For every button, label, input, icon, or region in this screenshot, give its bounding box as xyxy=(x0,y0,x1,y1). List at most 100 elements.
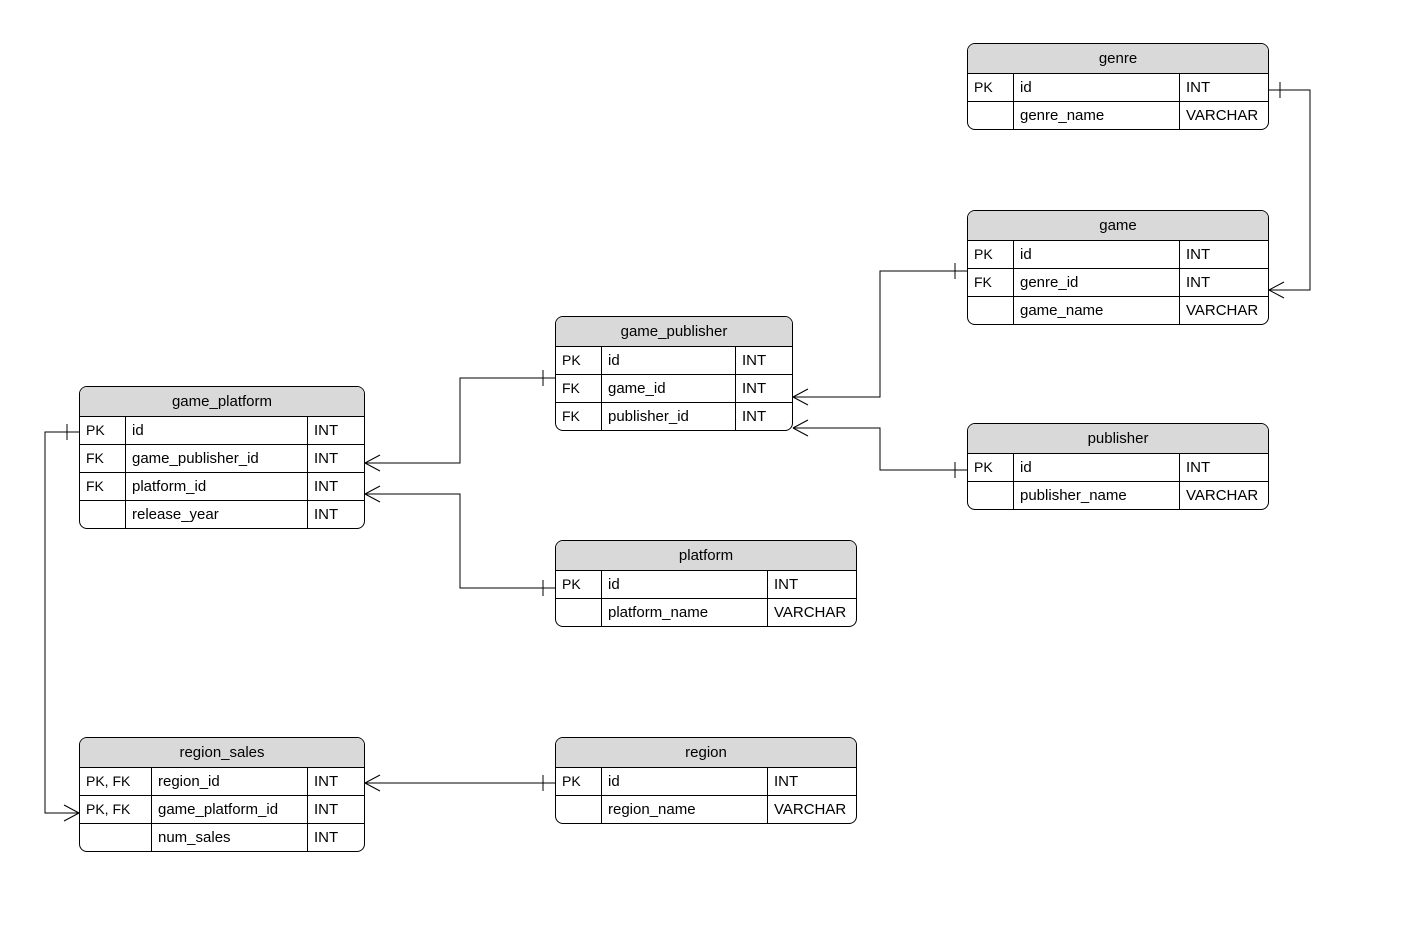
table-row: PK id INT xyxy=(968,241,1268,268)
col-type: INT xyxy=(1180,269,1268,296)
col-name: id xyxy=(602,347,736,374)
entity-game: game PK id INT FK genre_id INT game_name… xyxy=(967,210,1269,325)
col-name: game_name xyxy=(1014,297,1180,324)
entity-title: platform xyxy=(556,541,856,571)
table-row: game_name VARCHAR xyxy=(968,296,1268,324)
col-name: game_platform_id xyxy=(152,796,308,823)
col-name: id xyxy=(1014,241,1180,268)
rel-gamepublisher-game xyxy=(793,263,967,405)
table-row: PK id INT xyxy=(968,454,1268,481)
col-name: region_name xyxy=(602,796,768,823)
col-key: PK xyxy=(556,347,602,374)
entity-game-platform: game_platform PK id INT FK game_publishe… xyxy=(79,386,365,529)
col-key: PK xyxy=(968,74,1014,101)
table-row: PK id INT xyxy=(556,347,792,374)
col-name: id xyxy=(126,417,308,444)
col-name: id xyxy=(602,768,768,795)
col-name: publisher_name xyxy=(1014,482,1180,509)
table-row: PK, FK game_platform_id INT xyxy=(80,795,364,823)
col-type: VARCHAR xyxy=(768,796,856,823)
col-key xyxy=(968,482,1014,509)
table-row: FK platform_id INT xyxy=(80,472,364,500)
table-row: platform_name VARCHAR xyxy=(556,598,856,626)
col-name: release_year xyxy=(126,501,308,528)
rel-gameplatform-platform xyxy=(365,486,555,596)
table-row: PK id INT xyxy=(968,74,1268,101)
col-key: PK xyxy=(556,768,602,795)
col-name: id xyxy=(1014,454,1180,481)
entity-title: game_publisher xyxy=(556,317,792,347)
table-row: FK genre_id INT xyxy=(968,268,1268,296)
entity-region-sales: region_sales PK, FK region_id INT PK, FK… xyxy=(79,737,365,852)
table-row: genre_name VARCHAR xyxy=(968,101,1268,129)
table-row: publisher_name VARCHAR xyxy=(968,481,1268,509)
col-type: VARCHAR xyxy=(768,599,856,626)
col-type: VARCHAR xyxy=(1180,102,1268,129)
col-type: INT xyxy=(308,768,364,795)
rel-regionsales-gameplatform xyxy=(45,424,79,821)
rel-gameplatform-gamepublisher xyxy=(365,370,555,471)
entity-title: region xyxy=(556,738,856,768)
entity-publisher: publisher PK id INT publisher_name VARCH… xyxy=(967,423,1269,510)
col-key: PK xyxy=(80,417,126,444)
col-key xyxy=(968,102,1014,129)
col-name: genre_id xyxy=(1014,269,1180,296)
entity-title: region_sales xyxy=(80,738,364,768)
col-key xyxy=(556,599,602,626)
col-type: INT xyxy=(308,796,364,823)
col-type: VARCHAR xyxy=(1180,297,1268,324)
col-type: INT xyxy=(308,417,364,444)
col-key: PK, FK xyxy=(80,768,152,795)
col-key: PK xyxy=(556,571,602,598)
table-row: FK game_publisher_id INT xyxy=(80,444,364,472)
entity-title: genre xyxy=(968,44,1268,74)
table-row: FK game_id INT xyxy=(556,374,792,402)
entity-region: region PK id INT region_name VARCHAR xyxy=(555,737,857,824)
col-name: game_id xyxy=(602,375,736,402)
table-row: PK, FK region_id INT xyxy=(80,768,364,795)
table-row: PK id INT xyxy=(80,417,364,444)
table-row: PK id INT xyxy=(556,571,856,598)
col-type: INT xyxy=(308,445,364,472)
col-key xyxy=(556,796,602,823)
col-name: publisher_id xyxy=(602,403,736,430)
col-key: PK, FK xyxy=(80,796,152,823)
table-row: FK publisher_id INT xyxy=(556,402,792,430)
col-key: FK xyxy=(968,269,1014,296)
col-name: genre_name xyxy=(1014,102,1180,129)
entity-title: game_platform xyxy=(80,387,364,417)
entity-title: game xyxy=(968,211,1268,241)
entity-genre: genre PK id INT genre_name VARCHAR xyxy=(967,43,1269,130)
col-type: INT xyxy=(308,473,364,500)
col-type: INT xyxy=(736,403,792,430)
col-key: FK xyxy=(80,445,126,472)
col-key xyxy=(80,501,126,528)
col-name: id xyxy=(1014,74,1180,101)
col-type: INT xyxy=(768,768,856,795)
rel-game-genre xyxy=(1269,82,1310,298)
col-type: VARCHAR xyxy=(1180,482,1268,509)
col-type: INT xyxy=(308,501,364,528)
col-name: id xyxy=(602,571,768,598)
col-name: platform_id xyxy=(126,473,308,500)
table-row: num_sales INT xyxy=(80,823,364,851)
col-type: INT xyxy=(768,571,856,598)
col-key: PK xyxy=(968,454,1014,481)
col-key: FK xyxy=(80,473,126,500)
col-name: num_sales xyxy=(152,824,308,851)
col-key xyxy=(80,824,152,851)
col-type: INT xyxy=(1180,241,1268,268)
col-key: FK xyxy=(556,403,602,430)
col-name: region_id xyxy=(152,768,308,795)
entity-game-publisher: game_publisher PK id INT FK game_id INT … xyxy=(555,316,793,431)
table-row: region_name VARCHAR xyxy=(556,795,856,823)
rel-regionsales-region xyxy=(365,775,555,791)
col-type: INT xyxy=(1180,454,1268,481)
col-type: INT xyxy=(308,824,364,851)
table-row: release_year INT xyxy=(80,500,364,528)
col-key: FK xyxy=(556,375,602,402)
col-name: platform_name xyxy=(602,599,768,626)
col-name: game_publisher_id xyxy=(126,445,308,472)
col-type: INT xyxy=(736,347,792,374)
col-type: INT xyxy=(736,375,792,402)
